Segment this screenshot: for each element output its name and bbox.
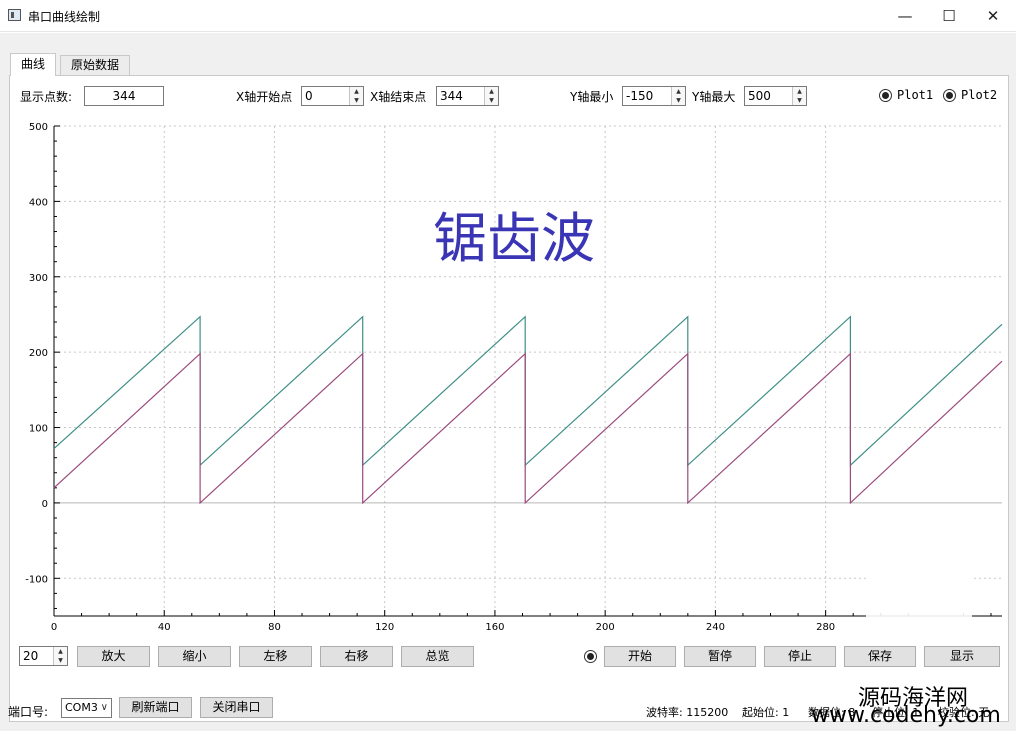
- title-bar: 串口曲线绘制 — ☐ ✕: [0, 0, 1016, 32]
- baud-rate-status: 波特率: 115200: [646, 706, 729, 719]
- y-tick-label: 0: [42, 499, 48, 510]
- refresh-port-button[interactable]: 刷新端口: [119, 697, 192, 718]
- run-radio[interactable]: [584, 650, 597, 663]
- port-select[interactable]: COM3 ∨: [61, 698, 112, 718]
- zoom-out-button[interactable]: 缩小: [158, 646, 231, 667]
- x-tick-label: 120: [375, 622, 394, 633]
- y-tick-label: 200: [29, 348, 48, 359]
- x-tick-label: 200: [596, 622, 615, 633]
- port-value: COM3: [65, 701, 98, 714]
- minimize-button[interactable]: —: [883, 0, 927, 31]
- curve-panel: 显示点数: 344 X轴开始点 0 ▲ ▼ X轴结束点 344 ▲ ▼ Y轴最小 -…: [9, 75, 1009, 722]
- chevron-down-icon[interactable]: ∨: [101, 699, 108, 717]
- watermark-box: [866, 570, 972, 636]
- start-button[interactable]: 开始: [604, 646, 676, 667]
- app-icon: [8, 9, 21, 21]
- stop-button[interactable]: 停止: [764, 646, 836, 667]
- tab-curve[interactable]: 曲线: [10, 53, 57, 76]
- series-plot2-line: [53, 352, 1003, 505]
- up-arrow-icon[interactable]: ▲: [54, 647, 67, 656]
- client-area: 曲线 原始数据 显示点数: 344 X轴开始点 0 ▲ ▼ X轴结束点 344 ▲…: [0, 33, 1016, 731]
- watermark-url: www.codehy.com: [811, 703, 1001, 728]
- x-tick-label: 80: [268, 622, 281, 633]
- y-tick-label: 500: [29, 122, 48, 133]
- x-tick-label: 280: [816, 622, 835, 633]
- y-tick-label: 400: [29, 197, 48, 208]
- save-button[interactable]: 保存: [844, 646, 916, 667]
- move-right-button[interactable]: 右移: [320, 646, 393, 667]
- down-arrow-icon[interactable]: ▼: [54, 656, 67, 665]
- y-tick-label: -100: [25, 574, 48, 585]
- step-value: 20: [23, 649, 39, 663]
- chart-overlay-title: 锯齿波: [433, 207, 595, 270]
- move-left-button[interactable]: 左移: [239, 646, 312, 667]
- step-stepper[interactable]: ▲ ▼: [53, 647, 67, 665]
- series-plot1-line: [53, 315, 1003, 467]
- maximize-button[interactable]: ☐: [927, 0, 971, 31]
- x-tick-label: 0: [51, 622, 57, 633]
- x-tick-label: 160: [485, 622, 504, 633]
- step-spinbox[interactable]: 20 ▲ ▼: [19, 646, 68, 666]
- close-button[interactable]: ✕: [971, 0, 1015, 31]
- pause-button[interactable]: 暂停: [684, 646, 756, 667]
- x-tick-label: 40: [158, 622, 171, 633]
- close-port-button[interactable]: 关闭串口: [200, 697, 273, 718]
- zoom-in-button[interactable]: 放大: [77, 646, 150, 667]
- y-tick-label: 100: [29, 424, 48, 435]
- start-bit-status: 起始位: 1: [742, 706, 790, 719]
- tab-raw-data[interactable]: 原始数据: [60, 55, 131, 75]
- y-tick-label: 300: [29, 273, 48, 284]
- x-tick-label: 240: [706, 622, 725, 633]
- sawtooth-chart: 0 40 80 120 160 200 240 280 -100 0 100 200 300 400 500: [25, 122, 1003, 633]
- window-title: 串口曲线绘制: [28, 10, 101, 24]
- display-button[interactable]: 显示: [924, 646, 1000, 667]
- overview-button[interactable]: 总览: [401, 646, 474, 667]
- port-label: 端口号:: [8, 705, 49, 719]
